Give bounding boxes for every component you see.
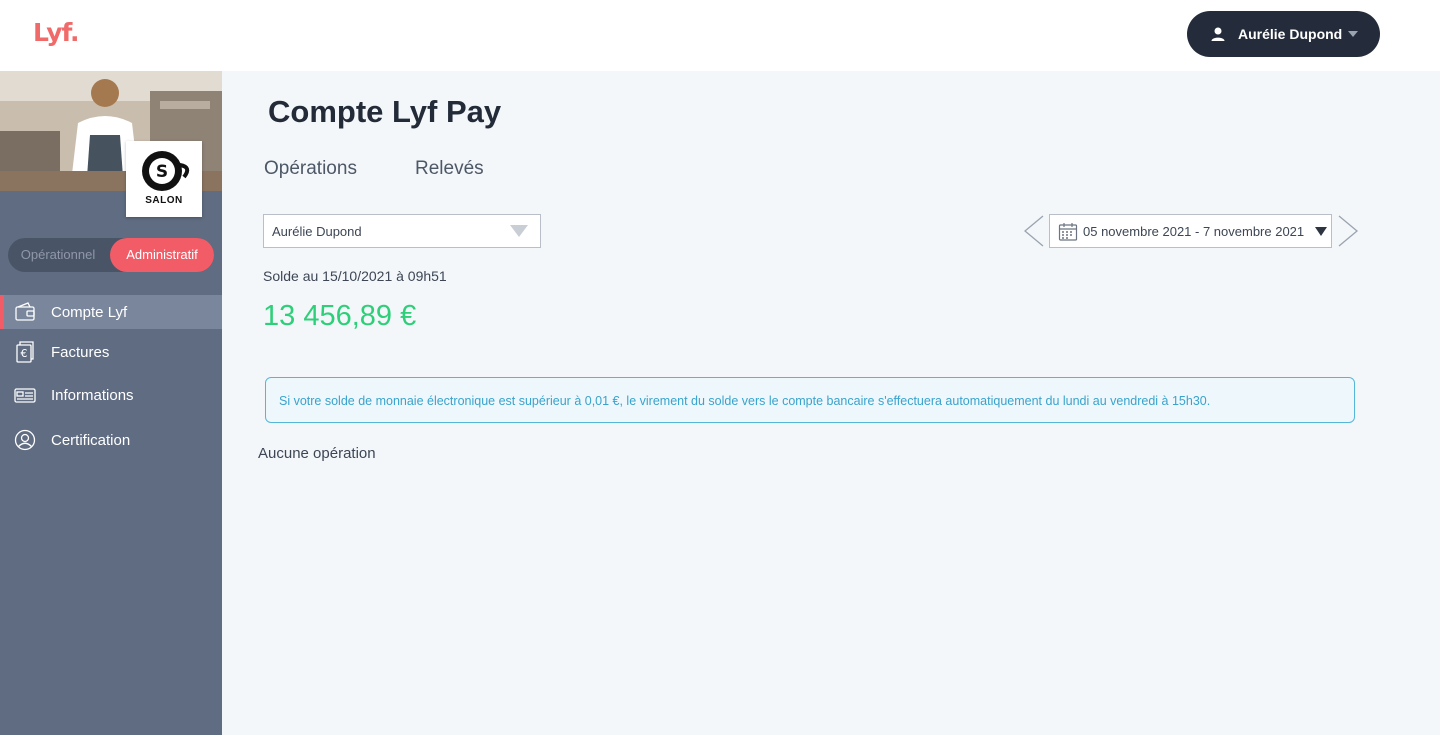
top-bar: Lyf. Aurélie Dupond: [0, 0, 1440, 71]
balance-label: Solde au 15/10/2021 à 09h51: [263, 268, 447, 284]
invoice-euro-icon: €: [14, 341, 36, 363]
sidebar-item-informations[interactable]: Informations: [0, 378, 222, 412]
user-circle-icon: [14, 429, 36, 451]
id-card-icon: [14, 384, 36, 406]
date-range-value: 05 novembre 2021 - 7 novembre 2021: [1083, 224, 1305, 239]
sidebar-item-label: Certification: [51, 431, 131, 449]
sidebar-item-certification[interactable]: Certification: [0, 423, 222, 457]
svg-text:S: S: [156, 162, 168, 182]
tab-operations[interactable]: Opérations: [264, 158, 357, 180]
svg-text:€: €: [21, 347, 28, 360]
info-banner: Si votre solde de monnaie électronique e…: [265, 377, 1355, 423]
sidebar: S SALON Opérationnel Administratif Compt…: [0, 71, 222, 735]
wallet-icon: [14, 301, 36, 323]
sidebar-nav: Compte Lyf € Factures Informations Certi…: [0, 295, 222, 457]
previous-period-button[interactable]: [1022, 214, 1046, 248]
page-title: Compte Lyf Pay: [268, 94, 502, 129]
empty-operations-message: Aucune opération: [258, 445, 376, 462]
mode-toggle: Opérationnel Administratif: [8, 238, 214, 272]
date-range-picker[interactable]: 05 novembre 2021 - 7 novembre 2021: [1049, 214, 1332, 248]
mode-option-administratif[interactable]: Administratif: [110, 238, 214, 272]
merchant-logo: S SALON: [126, 141, 202, 217]
sidebar-item-compte-lyf[interactable]: Compte Lyf: [0, 295, 222, 329]
next-period-button[interactable]: [1336, 214, 1360, 248]
sidebar-item-label: Factures: [51, 343, 110, 361]
user-name: Aurélie Dupond: [1238, 26, 1343, 42]
tab-releves[interactable]: Relevés: [415, 158, 484, 180]
user-icon: [1210, 26, 1226, 42]
chevron-down-icon: [1348, 31, 1359, 37]
calendar-icon: [1058, 222, 1078, 242]
account-select[interactable]: Aurélie Dupond: [263, 214, 541, 248]
chevron-down-icon: [1315, 227, 1327, 236]
user-menu-button[interactable]: Aurélie Dupond: [1187, 11, 1380, 57]
sidebar-item-factures[interactable]: € Factures: [0, 335, 222, 369]
account-select-value: Aurélie Dupond: [272, 224, 362, 239]
info-banner-text: Si votre solde de monnaie électronique e…: [279, 394, 1211, 408]
sidebar-item-label: Compte Lyf: [51, 303, 128, 321]
chevron-down-icon: [510, 225, 528, 237]
mode-option-operationnel[interactable]: Opérationnel: [8, 238, 108, 272]
lyf-logo[interactable]: Lyf.: [33, 18, 80, 47]
balance-amount: 13 456,89 €: [263, 300, 417, 332]
sidebar-item-label: Informations: [51, 386, 134, 404]
merchant-name: SALON: [145, 195, 183, 206]
